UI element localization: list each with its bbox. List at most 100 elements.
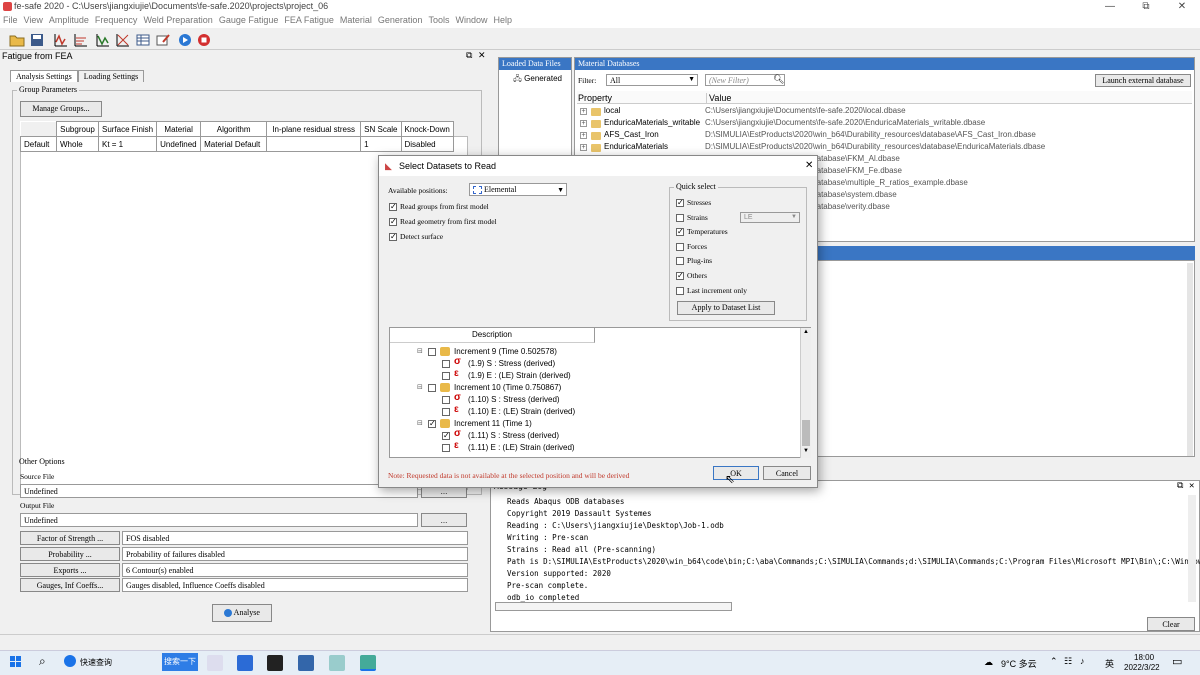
xy-plot-icon[interactable] [114, 31, 130, 47]
vertical-scrollbar[interactable] [1188, 495, 1196, 602]
table-header[interactable]: Surface Finish [97, 121, 158, 137]
quick-select-checkbox[interactable] [676, 242, 684, 251]
float-icon[interactable]: ⧉ [466, 50, 472, 61]
search-button[interactable]: 搜索一下 [162, 653, 198, 671]
app-icon[interactable] [329, 655, 345, 671]
table-cell[interactable]: Material Default [200, 136, 268, 152]
tree-row[interactable]: ⊟ Increment 9 (Time 0.502578) [390, 346, 798, 358]
histogram-icon[interactable] [72, 31, 88, 47]
menu-frequency[interactable]: Frequency [92, 14, 141, 26]
quick-select-checkbox[interactable] [676, 213, 684, 222]
menu-view[interactable]: View [21, 14, 46, 26]
table-cell[interactable] [266, 136, 362, 152]
quick-select-checkbox[interactable] [676, 257, 684, 266]
tree-checkbox[interactable] [428, 384, 436, 392]
apply-to-dataset-list-button[interactable]: Apply to Dataset List [677, 301, 775, 315]
expand-icon[interactable]: + [580, 132, 587, 139]
menu-amplitude[interactable]: Amplitude [46, 14, 92, 26]
tree-row[interactable]: σ (1.9) S : Stress (derived) [390, 356, 798, 370]
menu-file[interactable]: File [0, 14, 21, 26]
expand-icon[interactable]: + [580, 108, 587, 115]
table-cell[interactable]: Default [20, 136, 57, 152]
quick-select-checkbox[interactable]: ✓ [676, 272, 684, 280]
strain-type-select[interactable]: LE ▼ [740, 212, 800, 223]
table-cell[interactable]: Whole [56, 136, 99, 152]
launch-external-database-button[interactable]: Launch external database [1095, 74, 1191, 87]
table-row[interactable]: Default Whole Kt = 1 Undefined Material … [20, 136, 454, 152]
table-header[interactable]: SN Scale [360, 121, 402, 137]
menu-help[interactable]: Help [490, 14, 515, 26]
table-header[interactable]: Algorithm [200, 121, 268, 137]
tree-checkbox[interactable] [442, 360, 450, 368]
tree-row[interactable]: ε (1.9) E : (LE) Strain (derived) [390, 368, 798, 382]
scrollbar[interactable] [1187, 263, 1193, 456]
tree-checkbox[interactable] [442, 372, 450, 380]
tree-scrollbar[interactable]: ▲ ▼ [800, 328, 811, 458]
browser-icon[interactable] [64, 655, 76, 667]
analyse-button[interactable]: Analyse [212, 604, 272, 622]
quick-select-checkbox[interactable] [676, 286, 684, 295]
table-cell[interactable]: 1 [360, 136, 402, 152]
option-checkbox[interactable]: ✓ [389, 233, 397, 241]
scroll-up-icon[interactable]: ▲ [803, 329, 809, 335]
maximize-button[interactable]: ⧉ [1128, 0, 1164, 14]
table-header[interactable]: Subgroup [56, 121, 99, 137]
tree-row[interactable]: ε (1.10) E : (LE) Strain (derived) [390, 404, 798, 418]
collapse-icon[interactable]: ⊟ [417, 347, 423, 355]
menu-weld-preparation[interactable]: Weld Preparation [140, 14, 215, 26]
quick-search-label[interactable]: 快速查询 [80, 657, 112, 668]
collapse-icon[interactable]: ⊟ [417, 383, 423, 391]
minimize-button[interactable]: — [1092, 0, 1128, 14]
table-icon[interactable] [134, 31, 150, 47]
network-icon[interactable]: ☷ [1064, 656, 1072, 667]
quick-select-checkbox[interactable]: ✓ [676, 199, 684, 207]
menu-tools[interactable]: Tools [425, 14, 452, 26]
tree-row[interactable]: ✓ σ (1.11) S : Stress (derived) [390, 428, 798, 442]
windows-start-icon[interactable] [10, 656, 22, 668]
table-row[interactable]: + AFS_Cast_Iron D:\SIMULIA\EstProducts\202… [575, 130, 1195, 142]
terminal-icon[interactable] [267, 655, 283, 671]
available-positions-select[interactable]: Elemental ▼ [469, 183, 567, 196]
option-checkbox[interactable]: ✓ [389, 218, 397, 226]
clock-time[interactable]: 18:00 [1134, 653, 1154, 662]
quick-select-checkbox[interactable]: ✓ [676, 228, 684, 237]
factor-of-strength-button[interactable]: Factor of Strength ... [20, 531, 120, 545]
stop-icon[interactable] [195, 31, 211, 47]
fatigue-plot-icon[interactable] [94, 31, 110, 47]
scroll-thumb[interactable] [802, 420, 810, 446]
menu-window[interactable]: Window [452, 14, 490, 26]
col-property[interactable]: Property [578, 93, 612, 103]
description-header[interactable]: Description [390, 328, 595, 343]
table-row[interactable]: + local C:\Users\jiangxiujie\Documents\fe-… [575, 106, 1195, 118]
output-file-field[interactable]: Undefined [20, 513, 418, 527]
close-panel-icon[interactable]: ✕ [478, 50, 486, 61]
dialog-close-button[interactable]: ✕ [805, 160, 813, 171]
horizontal-scrollbar[interactable] [495, 602, 732, 611]
output-browse-button[interactable]: ... [421, 513, 467, 527]
table-header[interactable]: Material [156, 121, 202, 137]
filter-select[interactable]: All ▼ [606, 74, 698, 86]
run-icon[interactable] [176, 31, 192, 47]
ok-button[interactable]: OK [713, 466, 759, 480]
expand-icon[interactable]: + [580, 144, 587, 151]
tree-row[interactable]: σ (1.10) S : Stress (derived) [390, 392, 798, 406]
save-icon[interactable] [28, 31, 44, 47]
weather-icon[interactable]: ☁ [984, 657, 993, 668]
cancel-button[interactable]: Cancel [763, 466, 811, 480]
table-cell[interactable]: Disabled [400, 136, 454, 152]
tab-analysis-settings[interactable]: Analysis Settings [10, 70, 78, 82]
weather-label[interactable]: 9°C 多云 [1001, 657, 1037, 670]
close-log-icon[interactable]: ✕ [1189, 481, 1194, 491]
tray-expand-icon[interactable]: ⌃ [1050, 656, 1058, 667]
float-icon[interactable]: ⧉ [1177, 481, 1183, 491]
fe-safe-taskbar-icon[interactable] [360, 655, 376, 671]
tree-row[interactable]: ⊟ Increment 10 (Time 0.750867) [390, 382, 798, 394]
probability-button[interactable]: Probability ... [20, 547, 120, 561]
ime-label[interactable]: 英 [1105, 657, 1114, 670]
table-cell[interactable]: Undefined [156, 136, 202, 152]
source-file-field[interactable]: Undefined [20, 484, 418, 498]
search-icon[interactable]: 🔍︎ [773, 74, 784, 85]
tab-loading-settings[interactable]: Loading Settings [77, 70, 145, 82]
tree-checkbox[interactable] [442, 396, 450, 404]
tree-row[interactable]: ε (1.11) E : (LE) Strain (derived) [390, 440, 798, 454]
